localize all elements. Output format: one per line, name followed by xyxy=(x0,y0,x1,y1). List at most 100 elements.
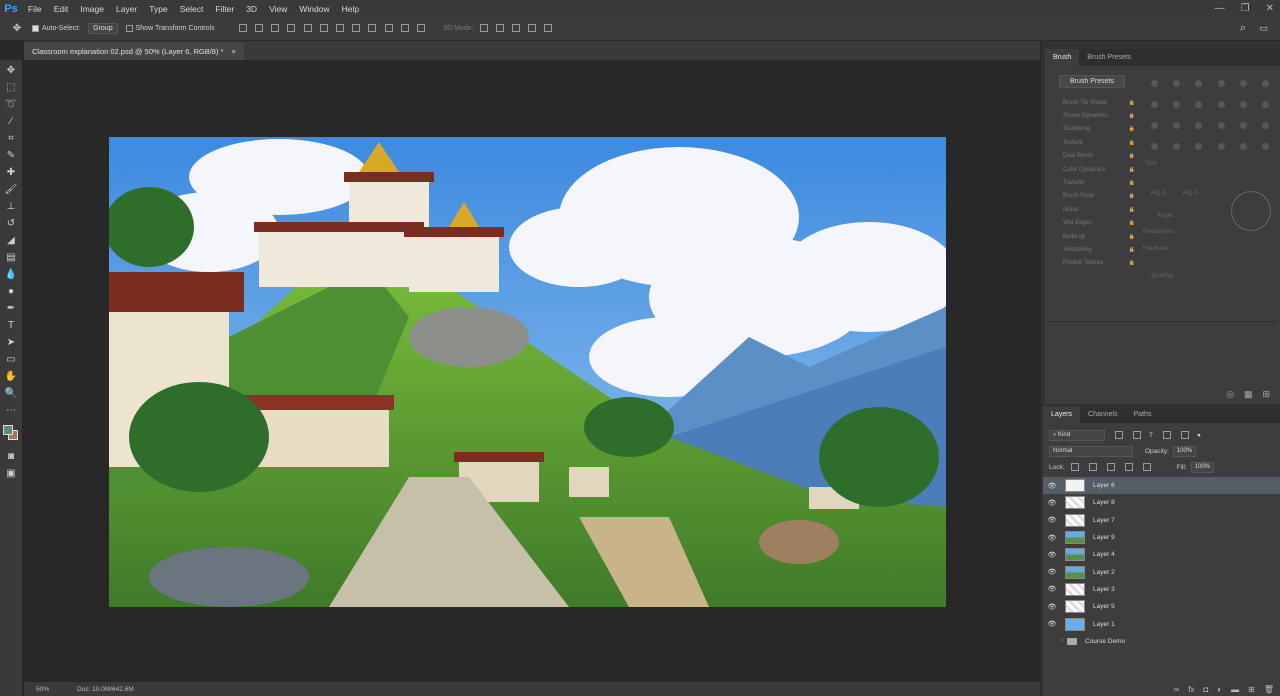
marquee-tool-icon[interactable]: ⬚ xyxy=(4,81,18,95)
visibility-eye-icon[interactable]: 👁 xyxy=(1043,499,1061,507)
brush-tool-icon[interactable]: 🖌 xyxy=(4,183,18,197)
brush-tip[interactable] xyxy=(1195,142,1203,150)
layer-name[interactable]: Layer 8 xyxy=(1093,499,1115,506)
align-bottom-icon[interactable] xyxy=(271,23,280,32)
visibility-eye-icon[interactable]: 👁 xyxy=(1043,585,1061,593)
flip-y-label[interactable]: Flip Y xyxy=(1183,191,1198,197)
minimize-button[interactable]: — xyxy=(1215,3,1225,14)
workspace-icon[interactable]: ▭ xyxy=(1259,23,1268,34)
distribute-bottom-icon[interactable] xyxy=(368,23,377,32)
brush-option[interactable]: Brush Tip Shape xyxy=(1055,96,1135,109)
opacity-input[interactable]: 100% xyxy=(1172,445,1197,457)
brush-option[interactable]: Wet Edges xyxy=(1055,217,1135,230)
tab-channels[interactable]: Channels xyxy=(1080,406,1126,423)
grid-icon[interactable]: ▦ xyxy=(1244,389,1253,400)
layer-filter-kind[interactable]: ⌕ Kind xyxy=(1049,429,1105,441)
lock-pixels-icon[interactable] xyxy=(1088,463,1097,471)
brush-option[interactable]: Dual Brush xyxy=(1055,150,1135,163)
quick-select-tool-icon[interactable]: ⁄ xyxy=(4,115,18,129)
brush-tip[interactable] xyxy=(1151,101,1159,109)
brush-tip[interactable] xyxy=(1261,101,1269,109)
menu-select[interactable]: Select xyxy=(174,4,210,14)
brush-tip[interactable] xyxy=(1261,142,1269,150)
brush-option[interactable]: Smoothing xyxy=(1055,243,1135,256)
lock-artboard-icon[interactable] xyxy=(1124,463,1133,471)
brush-angle-preview[interactable] xyxy=(1231,191,1271,231)
brush-tip[interactable] xyxy=(1195,101,1203,109)
brush-option[interactable]: Brush Pose xyxy=(1055,190,1135,203)
lock-all-icon[interactable] xyxy=(1142,463,1151,471)
move-tool-preset-icon[interactable]: ✥ xyxy=(10,22,24,36)
document-tab[interactable]: Classroom explanation 02.psd @ 50% (Laye… xyxy=(24,43,244,60)
visibility-eye-icon[interactable]: 👁 xyxy=(1043,482,1061,490)
align-right-icon[interactable] xyxy=(319,23,328,32)
rectangle-tool-icon[interactable]: ▭ xyxy=(4,353,18,367)
layer-name[interactable]: Layer 6 xyxy=(1093,482,1115,489)
align-left-icon[interactable] xyxy=(287,23,296,32)
delete-layer-icon[interactable]: 🗑 xyxy=(1264,685,1274,694)
layer-row-layer-2[interactable]: 👁 Layer 2 xyxy=(1043,563,1280,580)
menu-image[interactable]: Image xyxy=(74,4,110,14)
lock-transparent-icon[interactable] xyxy=(1070,463,1079,471)
new-layer-icon[interactable]: ⊞ xyxy=(1248,685,1255,694)
brush-tip[interactable] xyxy=(1217,142,1225,150)
layer-row-layer-8[interactable]: 👁 Layer 8 xyxy=(1043,494,1280,511)
type-tool-icon[interactable]: T xyxy=(4,319,18,333)
expand-group-chevron-icon[interactable]: › xyxy=(1061,638,1063,644)
brush-tip[interactable] xyxy=(1173,101,1181,109)
add-mask-icon[interactable]: ◘ xyxy=(1203,685,1208,694)
layer-name[interactable]: Layer 3 xyxy=(1093,586,1115,593)
align-top-icon[interactable] xyxy=(238,23,247,32)
clone-stamp-tool-icon[interactable]: ⊥ xyxy=(4,200,18,214)
layer-name[interactable]: Layer 4 xyxy=(1093,551,1115,558)
document-close-icon[interactable]: × xyxy=(231,47,235,56)
show-transform-checkbox[interactable] xyxy=(125,25,133,32)
brush-tip[interactable] xyxy=(1261,121,1269,129)
document-size[interactable]: Doc: 10.0M/642.6M xyxy=(77,686,134,693)
3d-rotate-icon[interactable] xyxy=(479,23,488,32)
canvas-area[interactable] xyxy=(24,60,1029,682)
layer-group-course-demo[interactable]: › Course Demo xyxy=(1043,633,1280,650)
layer-name[interactable]: Layer 9 xyxy=(1093,534,1115,541)
menu-view[interactable]: View xyxy=(263,4,293,14)
zoom-tool-icon[interactable]: 🔍 xyxy=(4,387,18,401)
brush-tip[interactable] xyxy=(1239,142,1247,150)
dodge-tool-icon[interactable]: ● xyxy=(4,285,18,299)
align-middle-icon[interactable] xyxy=(254,23,263,32)
layer-row-layer-7[interactable]: 👁 Layer 7 xyxy=(1043,512,1280,529)
menu-type[interactable]: Type xyxy=(143,4,173,14)
visibility-eye-icon[interactable]: 👁 xyxy=(1043,534,1061,542)
filter-type-icon[interactable]: T xyxy=(1149,432,1153,439)
eyedropper-tool-icon[interactable]: ✎ xyxy=(4,149,18,163)
healing-brush-tool-icon[interactable]: ✚ xyxy=(4,166,18,180)
lock-position-icon[interactable] xyxy=(1106,463,1115,471)
distribute-top-icon[interactable] xyxy=(336,23,344,32)
visibility-eye-icon[interactable]: 👁 xyxy=(1043,568,1061,576)
visibility-eye-icon[interactable]: 👁 xyxy=(1043,620,1061,628)
zoom-level[interactable]: 50% xyxy=(36,686,49,693)
brush-tip[interactable] xyxy=(1151,121,1159,129)
visibility-eye-icon[interactable]: 👁 xyxy=(1043,551,1061,559)
distribute-right-icon[interactable] xyxy=(417,23,426,32)
more-tools-icon[interactable]: ⋯ xyxy=(4,404,18,418)
fill-input[interactable]: 100% xyxy=(1190,461,1215,473)
blur-tool-icon[interactable]: 💧 xyxy=(4,268,18,282)
tab-layers[interactable]: Layers xyxy=(1043,406,1081,423)
close-button[interactable]: ✕ xyxy=(1266,3,1274,14)
restore-button[interactable]: ❐ xyxy=(1241,3,1250,14)
brush-tip[interactable] xyxy=(1239,121,1247,129)
brush-presets-button[interactable]: Brush Presets xyxy=(1059,75,1125,88)
pen-tool-icon[interactable]: ✒ xyxy=(4,302,18,316)
auto-select-option[interactable]: Auto-Select: xyxy=(32,25,80,32)
screen-mode-icon[interactable]: ▣ xyxy=(4,467,18,481)
brush-tip[interactable] xyxy=(1151,142,1159,150)
foreground-color-swatch[interactable] xyxy=(3,425,13,435)
show-transform-option[interactable]: Show Transform Controls xyxy=(125,25,215,32)
layer-name[interactable]: Layer 2 xyxy=(1093,569,1115,576)
align-center-icon[interactable] xyxy=(303,23,312,32)
tab-brush-presets[interactable]: Brush Presets xyxy=(1079,49,1139,66)
menu-file[interactable]: File xyxy=(22,4,48,14)
brush-tip[interactable] xyxy=(1173,121,1181,129)
adjustment-layer-icon[interactable]: ◐ xyxy=(1217,685,1222,694)
search-icon[interactable]: ⌕ xyxy=(1240,22,1246,35)
